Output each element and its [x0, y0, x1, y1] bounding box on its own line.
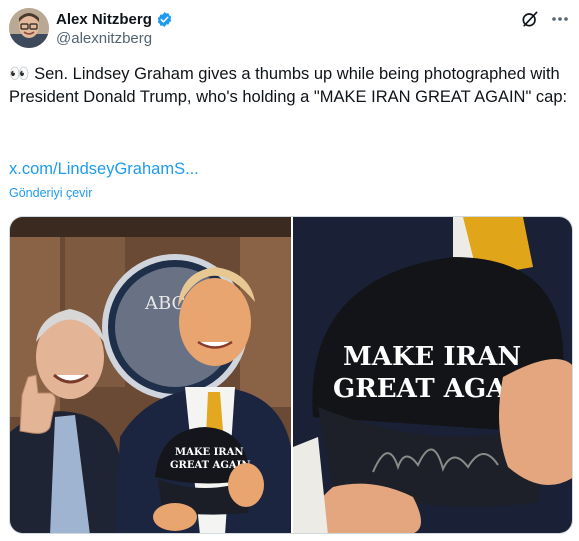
tweet-link[interactable]: x.com/LindseyGrahamS...: [9, 160, 199, 179]
avatar[interactable]: [9, 8, 49, 48]
verified-badge-icon[interactable]: [156, 11, 173, 28]
photo-right[interactable]: MAKE IRAN GREAT AGAIN: [293, 217, 572, 533]
grok-icon[interactable]: [520, 9, 540, 29]
photo-left[interactable]: ABC MAKE IRAN GREAT AGAIN: [10, 217, 291, 533]
tweet-text: 👀 Sen. Lindsey Graham gives a thumbs up …: [9, 65, 568, 106]
display-name-row: Alex Nitzberg: [56, 9, 173, 29]
display-name[interactable]: Alex Nitzberg: [56, 11, 152, 28]
author-block: Alex Nitzberg @alexnitzberg: [56, 9, 173, 47]
handle[interactable]: @alexnitzberg: [56, 30, 173, 47]
top-actions: [520, 9, 570, 29]
translate-link[interactable]: Gönderiyi çevir: [9, 186, 92, 200]
more-icon[interactable]: [550, 9, 570, 29]
media-grid: ABC MAKE IRAN GREAT AGAIN MAKE IRAN GREA…: [9, 216, 573, 534]
cap-text-line1: MAKE IRAN: [175, 447, 244, 458]
cap-closeup-text-line1: MAKE IRAN: [343, 342, 521, 372]
